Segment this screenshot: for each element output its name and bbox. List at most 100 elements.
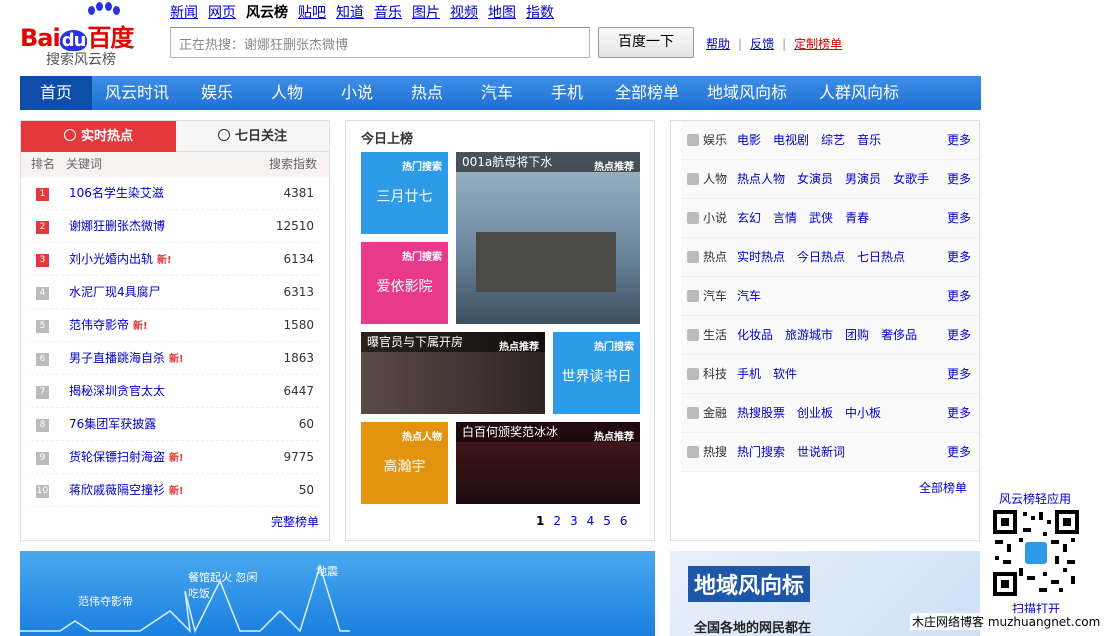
custom-list-link[interactable]: 定制榜单	[794, 37, 842, 51]
category-item-link[interactable]: 热搜股票	[737, 406, 785, 420]
tab-realtime[interactable]: 实时热点	[21, 121, 176, 152]
nav-tab[interactable]: 人物	[252, 76, 322, 110]
nav-tab[interactable]: 全部榜单	[602, 76, 692, 110]
category-item-link[interactable]: 手机	[737, 367, 761, 381]
top-nav-item[interactable]: 音乐	[374, 5, 402, 21]
category-item-link[interactable]: 旅游城市	[785, 328, 833, 342]
category-item-link[interactable]: 世说新词	[797, 445, 845, 459]
category-item-link[interactable]: 电视剧	[773, 133, 809, 147]
category-item-link[interactable]: 今日热点	[797, 250, 845, 264]
page-link[interactable]: 6	[620, 514, 628, 528]
category-item-link[interactable]: 热门搜索	[737, 445, 785, 459]
tile-date[interactable]: 热门搜索 三月廿七	[361, 152, 448, 234]
category-item-link[interactable]: 热点人物	[737, 172, 785, 186]
nav-tab[interactable]: 汽车	[462, 76, 532, 110]
more-link[interactable]: 更多	[947, 433, 971, 472]
nav-tab[interactable]: 人群风向标	[802, 76, 916, 110]
category-name[interactable]: 科技	[703, 367, 727, 381]
tile-book-day[interactable]: 热门搜索 世界读书日	[553, 332, 640, 414]
category-name[interactable]: 小说	[703, 211, 727, 225]
nav-tab[interactable]: 风云时讯	[92, 76, 182, 110]
tile-cinema[interactable]: 热门搜索 爱依影院	[361, 242, 448, 324]
baidu-logo[interactable]: Bai du百度 搜索风云榜	[20, 2, 160, 68]
category-item-link[interactable]: 玄幻	[737, 211, 761, 225]
trend-banner[interactable]: 范伟夺影帝 餐馆起火 忽闲 吃饭 地震	[20, 551, 655, 636]
tile-person[interactable]: 热点人物 高瀚宇	[361, 422, 448, 504]
tile-official[interactable]: 曝官员与下属开房 热点推荐	[361, 332, 545, 414]
category-item-link[interactable]: 奢侈品	[881, 328, 917, 342]
top-nav-item[interactable]: 新闻	[170, 5, 198, 21]
keyword-link[interactable]: 谢娜狂删张杰微博	[69, 210, 165, 243]
category-item-link[interactable]: 电影	[737, 133, 761, 147]
keyword-link[interactable]: 范伟夺影帝 新!	[69, 309, 148, 343]
full-list-link[interactable]: 完整榜单	[271, 513, 319, 530]
all-lists-link[interactable]: 全部榜单	[919, 479, 967, 496]
keyword-link[interactable]: 水泥厂现4具腐尸	[69, 276, 161, 309]
top-nav-item[interactable]: 视频	[450, 5, 478, 21]
top-nav-item[interactable]: 图片	[412, 5, 440, 21]
top-nav-item[interactable]: 风云榜	[246, 5, 288, 21]
nav-tab[interactable]: 地域风向标	[692, 76, 802, 110]
nav-tab[interactable]: 手机	[532, 76, 602, 110]
category-name[interactable]: 生活	[703, 328, 727, 342]
keyword-link[interactable]: 男子直播跳海自杀 新!	[69, 342, 184, 376]
nav-tab[interactable]: 小说	[322, 76, 392, 110]
page-link[interactable]: 2	[553, 514, 561, 528]
nav-tab[interactable]: 首页	[20, 76, 92, 110]
top-nav-item[interactable]: 网页	[208, 5, 236, 21]
keyword-link[interactable]: 货轮保镖扫射海盗 新!	[69, 441, 184, 475]
search-button[interactable]: 百度一下	[598, 27, 694, 58]
category-item-link[interactable]: 女演员	[797, 172, 833, 186]
category-item-link[interactable]: 青春	[845, 211, 869, 225]
category-name[interactable]: 热搜	[703, 445, 727, 459]
category-item-link[interactable]: 化妆品	[737, 328, 773, 342]
category-item-link[interactable]: 女歌手	[893, 172, 929, 186]
keyword-link[interactable]: 刘小光婚内出轨 新!	[69, 243, 172, 277]
search-input[interactable]: 正在热搜：谢娜狂删张杰微博	[170, 27, 590, 58]
category-name[interactable]: 金融	[703, 406, 727, 420]
category-name[interactable]: 娱乐	[703, 133, 727, 147]
category-item-link[interactable]: 汽车	[737, 289, 761, 303]
category-item-link[interactable]: 七日热点	[857, 250, 905, 264]
category-item-link[interactable]: 音乐	[857, 133, 881, 147]
page-link[interactable]: 4	[587, 514, 595, 528]
category-name[interactable]: 热点	[703, 250, 727, 264]
more-link[interactable]: 更多	[947, 160, 971, 199]
more-link[interactable]: 更多	[947, 394, 971, 433]
category-name[interactable]: 人物	[703, 172, 727, 186]
more-link[interactable]: 更多	[947, 121, 971, 160]
more-link[interactable]: 更多	[947, 277, 971, 316]
category-item-link[interactable]: 软件	[773, 367, 797, 381]
more-link[interactable]: 更多	[947, 238, 971, 277]
category-item-link[interactable]: 创业板	[797, 406, 833, 420]
more-link[interactable]: 更多	[947, 355, 971, 394]
tab-week[interactable]: 七日关注	[176, 121, 329, 152]
top-nav-item[interactable]: 指数	[526, 5, 554, 21]
category-item-link[interactable]: 男演员	[845, 172, 881, 186]
keyword-link[interactable]: 揭秘深圳贪官太太	[69, 375, 165, 408]
help-link[interactable]: 帮助	[706, 37, 730, 51]
more-link[interactable]: 更多	[947, 199, 971, 238]
page-link[interactable]: 3	[570, 514, 578, 528]
top-nav-item[interactable]: 贴吧	[298, 5, 326, 21]
nav-tab[interactable]: 娱乐	[182, 76, 252, 110]
category-item-link[interactable]: 团购	[845, 328, 869, 342]
page-link[interactable]: 5	[603, 514, 611, 528]
tile-award[interactable]: 白百何颁奖范冰冰 热点推荐	[456, 422, 640, 504]
more-link[interactable]: 更多	[947, 316, 971, 355]
category-name[interactable]: 汽车	[703, 289, 727, 303]
feedback-link[interactable]: 反馈	[750, 37, 774, 51]
category-item-link[interactable]: 综艺	[821, 133, 845, 147]
qr-title[interactable]: 风云榜轻应用	[999, 490, 1071, 507]
keyword-link[interactable]: 蒋欣戚薇隔空撞衫 新!	[69, 474, 184, 508]
tile-carrier[interactable]: 001a航母将下水 热点推荐	[456, 152, 640, 324]
page-link[interactable]: 1	[536, 514, 544, 528]
category-item-link[interactable]: 实时热点	[737, 250, 785, 264]
nav-tab[interactable]: 热点	[392, 76, 462, 110]
keyword-link[interactable]: 106名学生染艾滋	[69, 177, 164, 210]
category-item-link[interactable]: 中小板	[845, 406, 881, 420]
keyword-link[interactable]: 76集团军获披露	[69, 408, 156, 441]
category-item-link[interactable]: 言情	[773, 211, 797, 225]
top-nav-item[interactable]: 地图	[488, 5, 516, 21]
category-item-link[interactable]: 武侠	[809, 211, 833, 225]
